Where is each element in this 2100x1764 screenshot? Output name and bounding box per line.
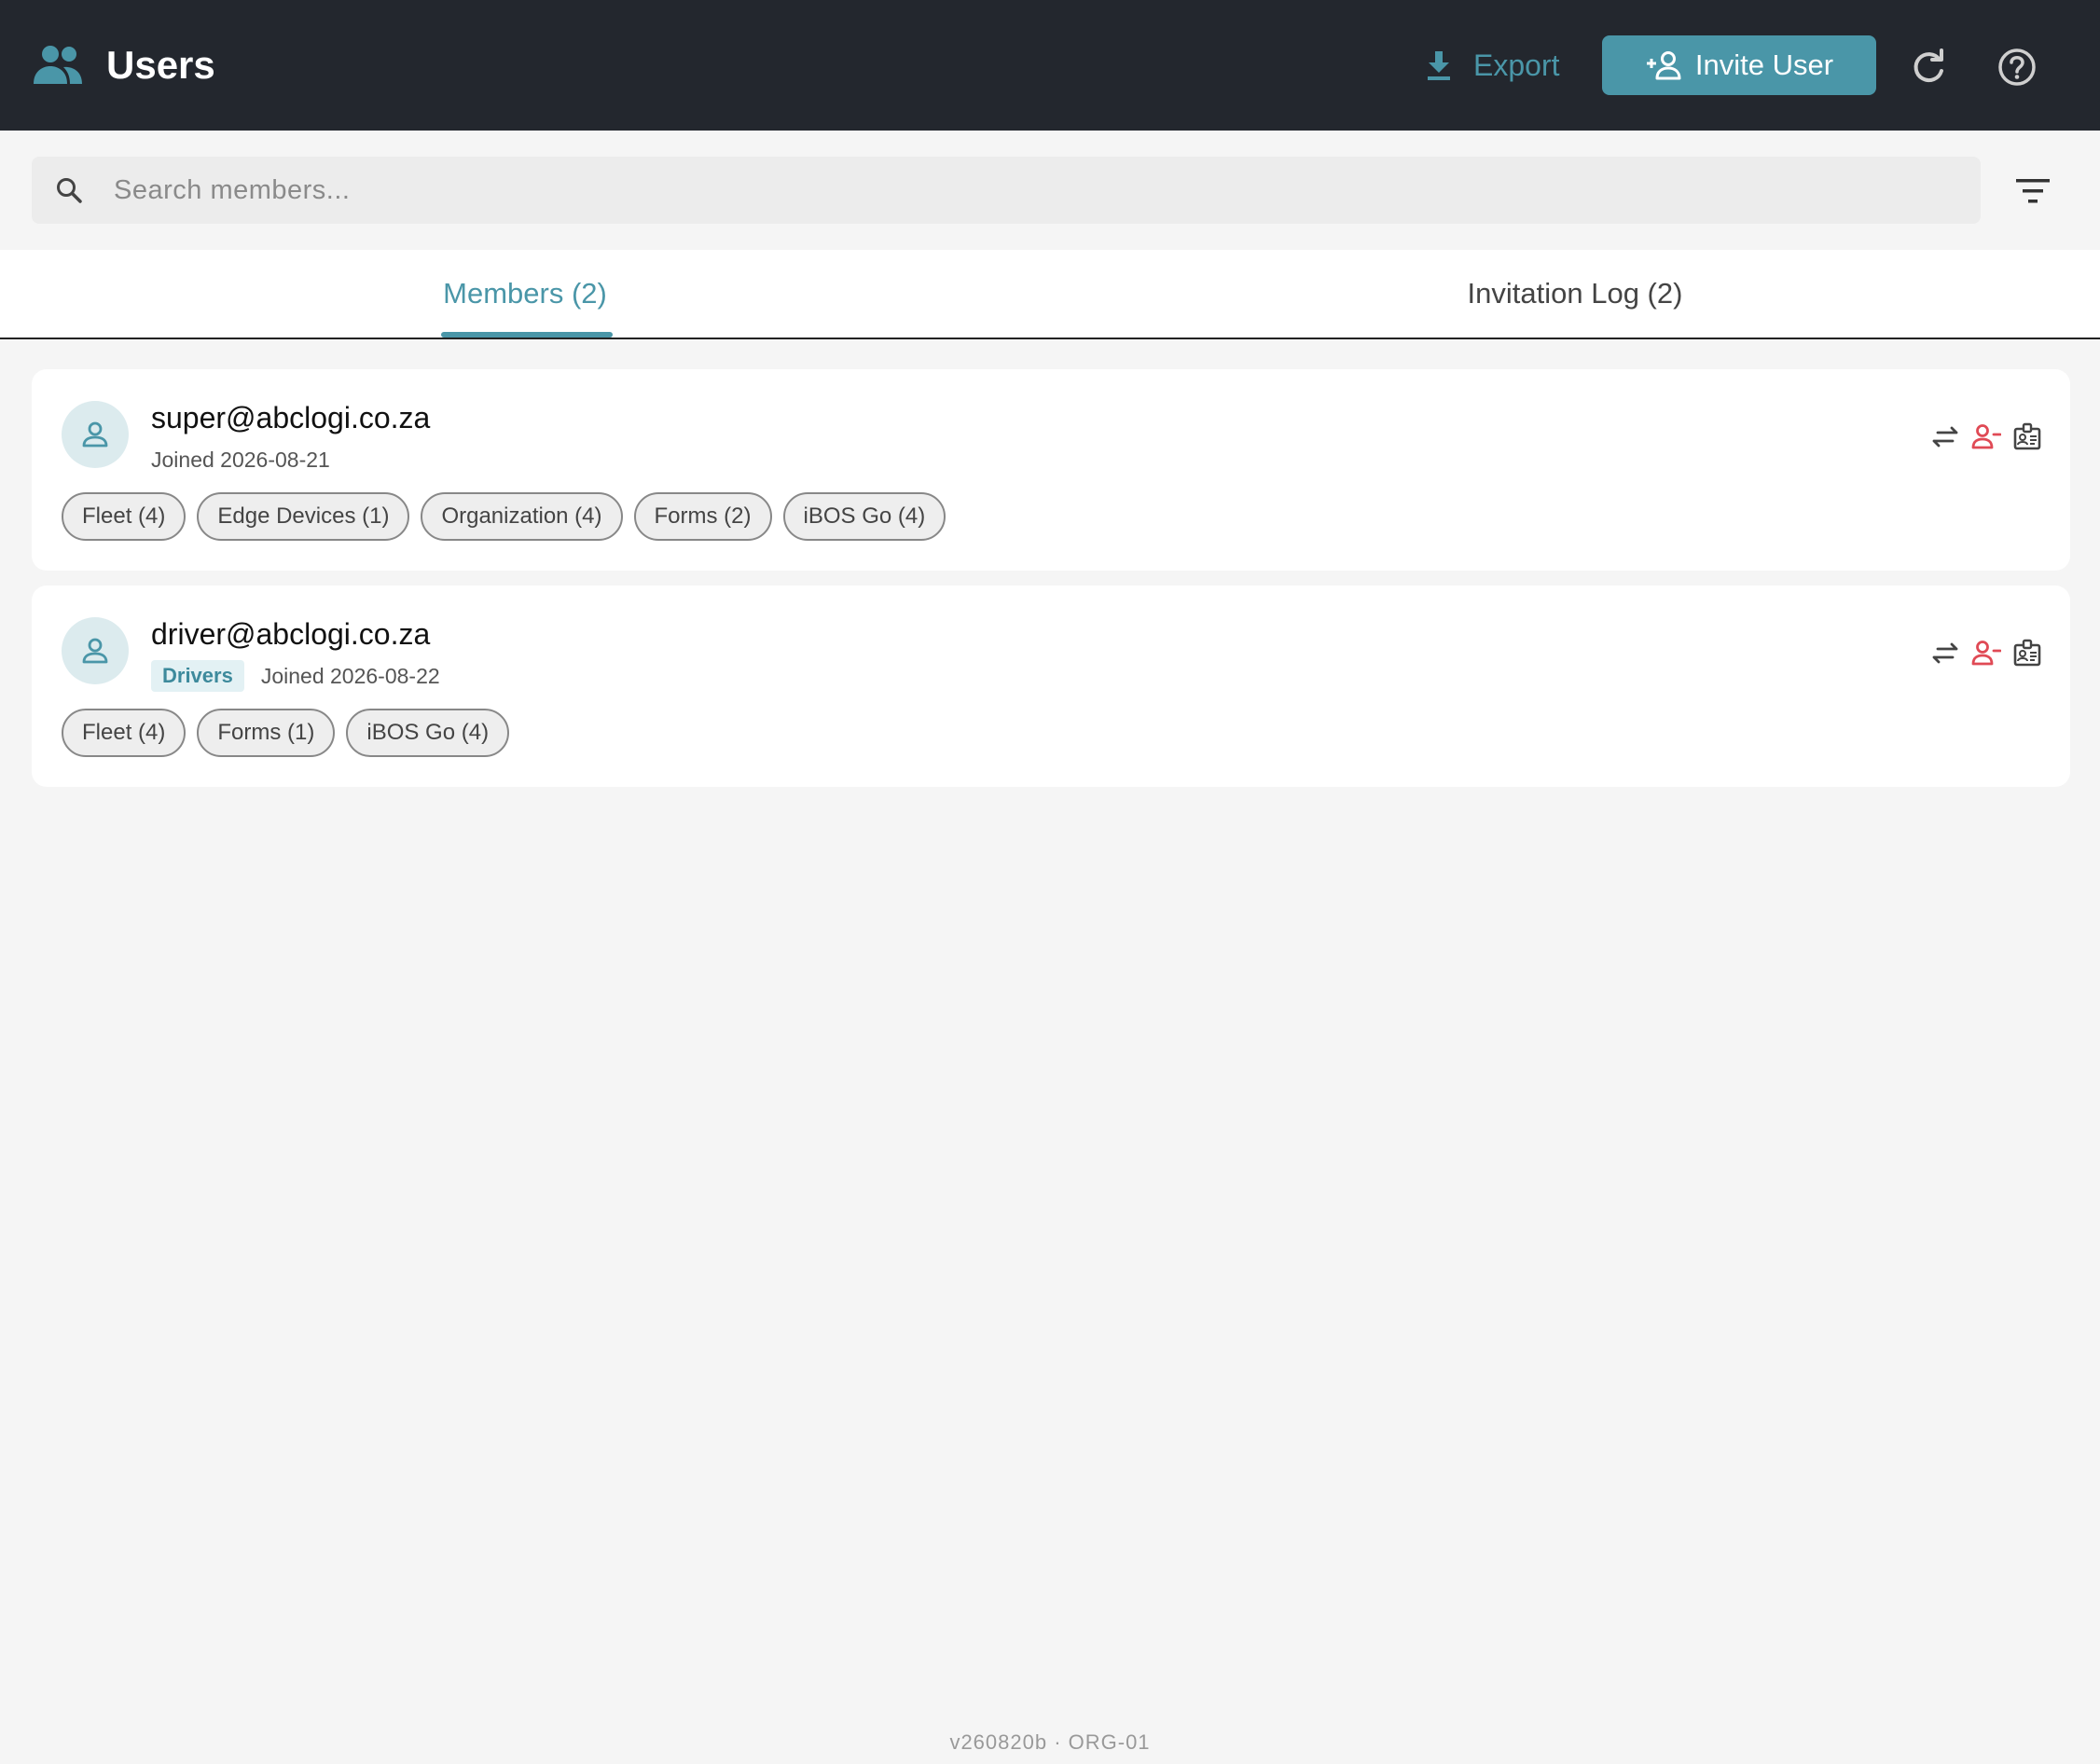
tab-bar: Members (2) Invitation Log (2): [0, 250, 2100, 339]
avatar: [62, 401, 129, 468]
search-icon: [57, 178, 82, 203]
chip-forms[interactable]: Forms (1): [197, 709, 336, 757]
id-card-button[interactable]: [2012, 421, 2042, 451]
member-actions: [1930, 420, 2042, 453]
users-icon: [34, 46, 82, 84]
member-card: driver@abclogi.co.za Drivers Joined 2026…: [32, 586, 2070, 787]
refresh-icon[interactable]: [1910, 48, 1947, 86]
chip-fleet[interactable]: Fleet (4): [62, 492, 187, 541]
member-email: driver@abclogi.co.za: [151, 617, 431, 651]
tab-members[interactable]: Members (2): [0, 250, 1050, 338]
tab-invitation-log[interactable]: Invitation Log (2): [1050, 250, 2100, 338]
person-icon: [82, 421, 108, 448]
search-box: [32, 157, 1981, 224]
help-circle-icon[interactable]: [1997, 48, 2037, 87]
member-meta: Drivers Joined 2026-08-22: [151, 660, 440, 692]
export-label: Export: [1473, 48, 1560, 82]
person-add-icon: [1646, 51, 1681, 80]
swap-arrows-icon: [1932, 642, 1958, 664]
chip-organization[interactable]: Organization (4): [421, 492, 623, 541]
download-icon: [1428, 51, 1450, 80]
chip-edge-devices[interactable]: Edge Devices (1): [197, 492, 410, 541]
member-card: super@abclogi.co.za Joined 2026-08-21 Fl…: [32, 369, 2070, 571]
member-meta: Joined 2026-08-21: [151, 444, 330, 475]
person-icon: [82, 638, 108, 664]
permission-chips: Fleet (4) Forms (1) iBOS Go (4): [62, 709, 510, 757]
chip-forms[interactable]: Forms (2): [633, 492, 772, 541]
member-actions: [1930, 636, 2042, 669]
remove-member-button[interactable]: [1971, 421, 2002, 451]
invite-user-button[interactable]: Invite User: [1602, 35, 1876, 95]
app-header: Users Export Invite User: [0, 0, 2100, 131]
invite-user-label: Invite User: [1694, 48, 1834, 81]
id-card-button[interactable]: [2012, 638, 2042, 668]
swap-arrows-icon: [1932, 426, 1958, 448]
version-footer: v260820b · ORG-01: [949, 1730, 1151, 1754]
search-row: [0, 131, 2100, 250]
search-input[interactable]: [114, 157, 1960, 224]
active-tab-indicator: [441, 332, 613, 338]
page-title: Users: [106, 43, 215, 87]
member-email: super@abclogi.co.za: [151, 401, 431, 434]
joined-date: Joined 2026-08-21: [151, 447, 330, 472]
chip-fleet[interactable]: Fleet (4): [62, 709, 187, 757]
avatar: [62, 617, 129, 684]
filter-icon[interactable]: [2014, 175, 2052, 207]
joined-date: Joined 2026-08-22: [260, 663, 440, 688]
chip-ibos-go[interactable]: iBOS Go (4): [346, 709, 510, 757]
id-card-icon: [2013, 639, 2041, 667]
chip-ibos-go[interactable]: iBOS Go (4): [782, 492, 946, 541]
person-remove-icon: [1971, 641, 2002, 666]
person-remove-icon: [1971, 424, 2002, 449]
transfer-button[interactable]: [1930, 421, 1960, 451]
transfer-button[interactable]: [1930, 638, 1960, 668]
group-badge: Drivers: [151, 660, 244, 692]
permission-chips: Fleet (4) Edge Devices (1) Organization …: [62, 492, 946, 541]
export-button[interactable]: Export: [1425, 37, 1583, 93]
remove-member-button[interactable]: [1971, 638, 2002, 668]
id-card-icon: [2013, 422, 2041, 450]
